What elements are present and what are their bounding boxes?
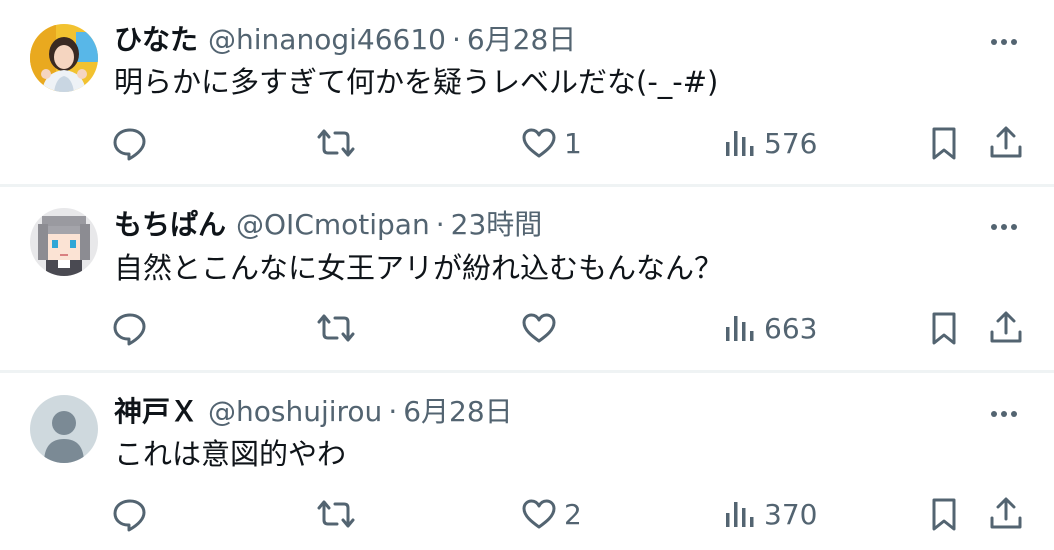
post-actions: 2 370 [0, 490, 1054, 538]
default-avatar [30, 395, 98, 463]
reply-icon [113, 499, 146, 532]
bookmark-button[interactable] [926, 304, 962, 352]
reply-post[interactable]: 神戸Ｘ @hoshujirou · 6月28日 これは意図的やわ 2 370 [0, 373, 1054, 550]
post-timestamp[interactable]: 6月28日 [403, 394, 512, 430]
more-dots-icon [991, 224, 1017, 230]
bookmark-icon [932, 498, 956, 531]
user-avatar[interactable] [30, 395, 98, 463]
more-dots-icon [991, 39, 1017, 45]
view-count: 370 [764, 497, 818, 531]
display-name[interactable]: ひなた [114, 22, 198, 58]
repost-button[interactable] [315, 304, 357, 352]
display-name[interactable]: もちぱん [114, 207, 226, 243]
repost-button[interactable] [315, 119, 357, 167]
bookmark-button[interactable] [926, 490, 962, 538]
heart-icon [522, 499, 556, 529]
reply-button[interactable] [110, 119, 150, 167]
heart-icon [522, 128, 556, 158]
heart-icon [522, 313, 556, 343]
more-dots-icon [991, 411, 1017, 417]
post-text: 自然とこんなに女王アリが紛れ込むもんなん？ [114, 251, 724, 285]
reply-post[interactable]: もちぱん @OICmotipan · 23時間 自然とこんなに女王アリが紛れ込む… [0, 187, 1054, 370]
view-count: 576 [764, 126, 818, 160]
post-actions: 663 [0, 304, 1054, 352]
like-count: 2 [564, 497, 582, 531]
views-chart-icon [726, 502, 754, 527]
reply-button[interactable] [110, 490, 150, 538]
photo-avatar [30, 24, 98, 92]
views-button[interactable]: 663 [722, 304, 817, 352]
post-actions: 1 576 [0, 119, 1054, 167]
repost-icon [317, 314, 355, 342]
views-button[interactable]: 576 [722, 119, 817, 167]
bookmark-icon [932, 312, 956, 345]
separator-dot: · [435, 208, 445, 241]
more-options-button[interactable] [984, 209, 1024, 245]
like-button[interactable] [520, 304, 564, 352]
user-avatar[interactable] [30, 24, 98, 92]
bookmark-icon [932, 127, 956, 160]
pixel-art-avatar [30, 208, 98, 276]
reply-button[interactable] [110, 304, 150, 352]
separator-dot: · [451, 23, 461, 56]
post-header: 神戸Ｘ @hoshujirou · 6月28日 [114, 394, 513, 430]
views-chart-icon [726, 131, 754, 156]
user-handle[interactable]: @OICmotipan [236, 207, 430, 243]
repost-button[interactable] [315, 490, 357, 538]
bookmark-button[interactable] [926, 119, 962, 167]
reply-post[interactable]: ひなた @hinanogi46610 · 6月28日 明らかに多すぎて何かを疑う… [0, 0, 1054, 184]
like-button[interactable]: 2 [520, 490, 582, 538]
more-options-button[interactable] [984, 24, 1024, 60]
share-button[interactable] [986, 490, 1026, 538]
share-button[interactable] [986, 119, 1026, 167]
share-button[interactable] [986, 304, 1026, 352]
user-handle[interactable]: @hoshujirou [208, 394, 382, 430]
like-count: 1 [564, 126, 582, 160]
share-icon [990, 126, 1022, 158]
post-timestamp[interactable]: 6月28日 [467, 22, 576, 58]
separator-dot: · [388, 395, 398, 428]
post-timestamp[interactable]: 23時間 [451, 207, 543, 243]
reply-icon [113, 128, 146, 161]
like-button[interactable]: 1 [520, 119, 582, 167]
post-header: ひなた @hinanogi46610 · 6月28日 [114, 22, 576, 58]
user-handle[interactable]: @hinanogi46610 [208, 22, 446, 58]
repost-icon [317, 129, 355, 157]
post-text: 明らかに多すぎて何かを疑うレベルだな(-_-#) [114, 65, 719, 99]
view-count: 663 [764, 311, 818, 345]
views-chart-icon [726, 316, 754, 341]
repost-icon [317, 500, 355, 528]
share-icon [990, 497, 1022, 529]
post-header: もちぱん @OICmotipan · 23時間 [114, 207, 542, 243]
reply-icon [113, 313, 146, 346]
views-button[interactable]: 370 [722, 490, 817, 538]
more-options-button[interactable] [984, 396, 1024, 432]
share-icon [990, 311, 1022, 343]
display-name[interactable]: 神戸Ｘ [114, 394, 198, 430]
user-avatar[interactable] [30, 208, 98, 276]
post-text: これは意図的やわ [114, 437, 347, 471]
